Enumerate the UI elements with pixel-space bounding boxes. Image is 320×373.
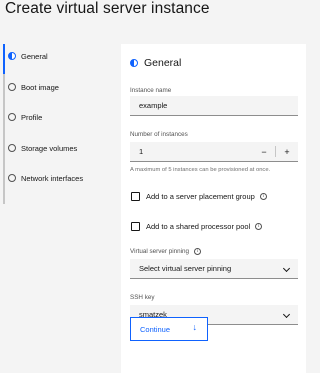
instance-name-value: example — [139, 101, 168, 110]
info-icon[interactable]: i — [259, 193, 267, 200]
shared-pool-label: Add to a shared processor pool — [146, 222, 251, 231]
shared-pool-checkbox[interactable]: Add to a shared processor pool i — [131, 222, 263, 231]
step-incomplete-icon — [8, 144, 16, 152]
step-label: Profile — [21, 112, 43, 122]
instance-name-label: Instance name — [130, 87, 172, 94]
step-current-icon — [8, 52, 16, 60]
placement-group-checkbox[interactable]: Add to a server placement group i — [131, 192, 267, 201]
chevron-down-icon — [282, 264, 291, 273]
step-network-interfaces[interactable]: Network interfaces — [8, 168, 83, 188]
decrement-button[interactable]: − — [254, 142, 274, 161]
step-incomplete-icon — [8, 113, 16, 121]
section-title: General — [144, 57, 182, 69]
placement-group-label: Add to a server placement group — [146, 192, 255, 201]
vs-pinning-label: Virtual server pinning — [130, 248, 190, 255]
number-of-instances-helper: A maximum of 5 instances can be provisio… — [130, 167, 271, 173]
section-status-icon — [130, 59, 138, 67]
increment-button[interactable]: + — [277, 142, 297, 161]
step-incomplete-icon — [8, 83, 16, 91]
page-title: Create virtual server instance — [5, 0, 210, 17]
ssh-key-label: SSH key — [130, 294, 155, 301]
instance-name-input[interactable]: example — [130, 96, 298, 116]
continue-label: Continue — [140, 324, 171, 334]
number-of-instances-stepper[interactable]: 1 − + — [130, 142, 298, 162]
section-header: General — [130, 57, 181, 69]
general-panel: General Instance name example Number of … — [121, 44, 306, 373]
number-of-instances-value: 1 — [139, 147, 144, 156]
step-general[interactable]: General — [8, 46, 48, 66]
vs-pinning-select[interactable]: Select virtual server pinning — [130, 259, 298, 279]
step-label: General — [21, 51, 48, 61]
progress-track-active — [3, 44, 5, 74]
checkbox-box[interactable] — [131, 192, 140, 201]
step-boot-image[interactable]: Boot image — [8, 77, 59, 97]
vs-pinning-label-row: Virtual server pinning i — [130, 248, 202, 255]
continue-button[interactable]: Continue ↓ — [130, 317, 208, 341]
info-icon[interactable]: i — [194, 248, 202, 255]
checkbox-box[interactable] — [131, 222, 140, 231]
step-profile[interactable]: Profile — [8, 107, 42, 127]
number-of-instances-label: Number of instances — [130, 131, 188, 138]
step-label: Boot image — [21, 82, 59, 92]
chevron-down-icon — [282, 310, 291, 319]
stepper-divider — [275, 146, 276, 157]
step-incomplete-icon — [8, 174, 16, 182]
step-label: Storage volumes — [21, 143, 78, 153]
arrow-down-icon: ↓ — [192, 322, 198, 332]
step-label: Network interfaces — [21, 173, 84, 183]
step-storage-volumes[interactable]: Storage volumes — [8, 138, 77, 158]
info-icon[interactable]: i — [255, 223, 263, 230]
vs-pinning-value: Select virtual server pinning — [139, 264, 232, 273]
